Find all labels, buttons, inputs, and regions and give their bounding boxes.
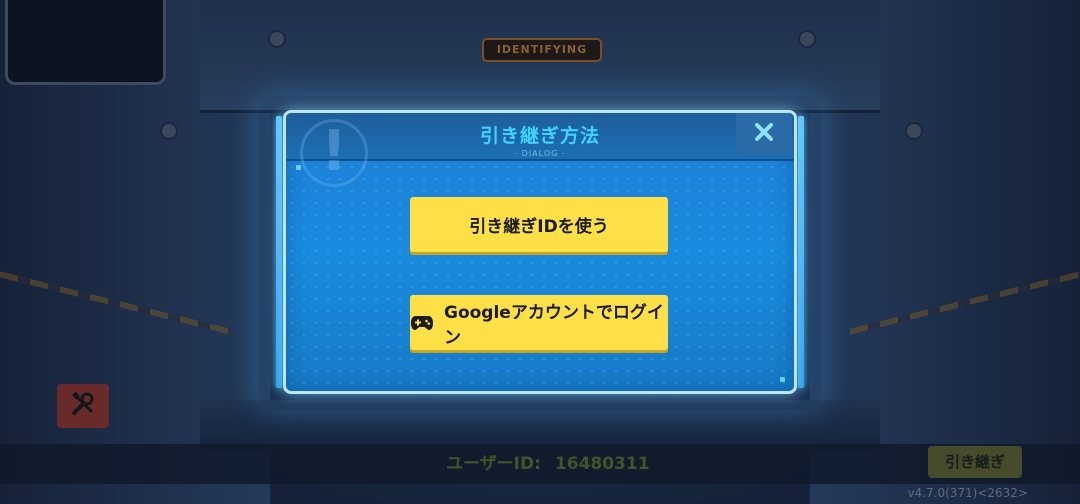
- dialog-corner-dot: [780, 377, 785, 382]
- use-transfer-id-button[interactable]: 引き継ぎIDを使う: [410, 197, 668, 252]
- dialog-subtitle: - DIALOG -: [514, 149, 566, 158]
- dialog-corner-dot: [296, 165, 301, 170]
- game-screen: IDENTIFYING ユーザーID: 16480311 引き継ぎ v4.7.0(…: [0, 0, 1080, 504]
- google-login-button[interactable]: Googleアカウントでログイン: [410, 295, 668, 350]
- dialog-header: ! 引き継ぎ方法 - DIALOG -: [286, 113, 794, 187]
- gamepad-icon: [410, 314, 434, 332]
- dialog-edge-left: [276, 116, 282, 388]
- use-transfer-id-label: 引き継ぎIDを使う: [469, 217, 609, 237]
- close-button[interactable]: [736, 113, 792, 155]
- close-icon: [754, 122, 774, 146]
- google-login-label: Googleアカウントでログイン: [444, 302, 664, 348]
- dialog-title: 引き継ぎ方法: [479, 125, 600, 147]
- dialog-edge-right: [798, 116, 804, 388]
- transfer-method-dialog: ! 引き継ぎ方法 - DIALOG - 引き継ぎIDを使う Googleアカウン…: [283, 110, 797, 394]
